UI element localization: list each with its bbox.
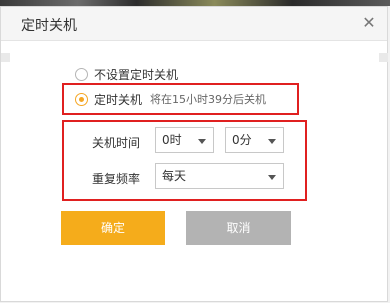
no-shutdown-label: 不设置定时关机: [94, 67, 179, 82]
option-timed-shutdown[interactable]: 定时关机 将在15小时39分后关机: [75, 90, 266, 108]
option-no-shutdown[interactable]: 不设置定时关机: [75, 65, 178, 83]
radio-timed-shutdown[interactable]: [75, 92, 88, 106]
minute-value: 0分: [232, 133, 252, 147]
minute-select[interactable]: 0分: [225, 127, 284, 153]
hour-value: 0时: [162, 133, 182, 147]
chevron-down-icon: [268, 139, 276, 144]
shutdown-dialog: 定时关机 ✕ 不设置定时关机 定时关机 将在15小时39分后关机 关机时间 0时…: [0, 6, 388, 302]
repeat-frequency-select[interactable]: 每天: [155, 163, 284, 189]
shutdown-time-label: 关机时间: [92, 136, 141, 150]
chevron-down-icon: [268, 175, 276, 180]
background-artifact: [1, 53, 10, 62]
cancel-button[interactable]: 取消: [186, 211, 291, 245]
background-artifact: [379, 53, 388, 62]
repeat-frequency-value: 每天: [162, 169, 187, 183]
hour-select[interactable]: 0时: [155, 127, 214, 153]
repeat-frequency-label: 重复频率: [92, 172, 141, 186]
confirm-button[interactable]: 确定: [61, 211, 165, 245]
timed-shutdown-label: 定时关机: [94, 92, 143, 107]
chevron-down-icon: [198, 139, 206, 144]
title-bar: 定时关机 ✕: [1, 7, 387, 41]
radio-no-shutdown[interactable]: [75, 67, 88, 81]
dialog-title: 定时关机: [21, 18, 77, 34]
close-icon[interactable]: ✕: [359, 13, 379, 33]
shutdown-countdown-hint: 将在15小时39分后关机: [150, 93, 267, 106]
